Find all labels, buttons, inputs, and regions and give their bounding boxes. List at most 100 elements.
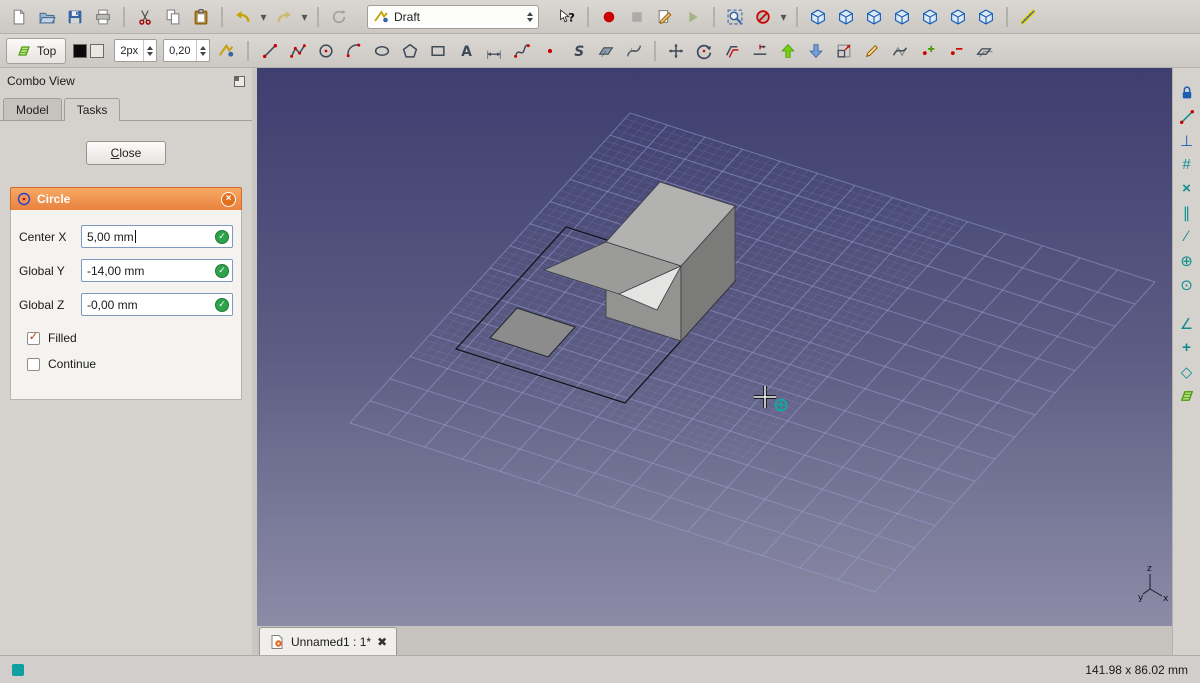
toolbar-separator bbox=[246, 40, 249, 61]
snap-arc-icon[interactable]: ⊙ bbox=[1176, 274, 1198, 295]
line-width-spinner[interactable]: 2px bbox=[114, 39, 158, 62]
workbench-selector[interactable]: Draft bbox=[367, 4, 539, 29]
draft-bspline-icon[interactable] bbox=[509, 38, 535, 64]
zoom-fit-icon[interactable] bbox=[722, 4, 748, 30]
collapse-task-icon[interactable]: × bbox=[221, 191, 236, 207]
draft-line-icon[interactable] bbox=[257, 38, 283, 64]
snap-perpendicular-icon[interactable]: ⊥ bbox=[1176, 130, 1198, 151]
macro-play-icon[interactable] bbox=[680, 4, 706, 30]
snap-lock-icon[interactable] bbox=[1176, 82, 1198, 103]
draft-downgrade-icon[interactable] bbox=[803, 38, 829, 64]
drawstyle-dropdown-icon[interactable]: ▾ bbox=[778, 4, 789, 30]
snap-center-icon[interactable]: ⊕ bbox=[1176, 250, 1198, 271]
draft-wire-icon[interactable] bbox=[285, 38, 311, 64]
snap-workingplane-icon[interactable] bbox=[1176, 385, 1198, 406]
open-document-icon[interactable] bbox=[34, 4, 60, 30]
model-plate[interactable] bbox=[489, 307, 576, 358]
workbench-selector-value: Draft bbox=[394, 9, 421, 24]
draft-addpoint-icon[interactable] bbox=[915, 38, 941, 64]
draft-offset-icon[interactable] bbox=[719, 38, 745, 64]
spin-up-icon[interactable] bbox=[147, 45, 154, 50]
draft-ellipse-icon[interactable] bbox=[369, 38, 395, 64]
close-document-icon[interactable]: ✖ bbox=[377, 636, 387, 648]
draft-edit-icon[interactable] bbox=[859, 38, 885, 64]
circle-task-header[interactable]: Circle × bbox=[10, 187, 242, 210]
document-tab[interactable]: Unnamed1 : 1* ✖ bbox=[259, 627, 398, 655]
draft-wire2bspline-icon[interactable] bbox=[887, 38, 913, 64]
draft-delpoint-icon[interactable] bbox=[943, 38, 969, 64]
draft-upgrade-icon[interactable] bbox=[775, 38, 801, 64]
redo-dropdown-icon[interactable]: ▾ bbox=[299, 4, 310, 30]
copy-icon[interactable] bbox=[160, 4, 186, 30]
draft-bezcurve-icon[interactable] bbox=[621, 38, 647, 64]
view-left-icon[interactable] bbox=[973, 4, 999, 30]
cut-icon[interactable] bbox=[132, 4, 158, 30]
macro-edit-icon[interactable] bbox=[652, 4, 678, 30]
tab-model[interactable]: Model bbox=[3, 98, 62, 121]
redo-icon[interactable] bbox=[271, 4, 297, 30]
working-plane-button[interactable]: Top bbox=[6, 37, 67, 64]
float-panel-icon[interactable] bbox=[234, 75, 245, 87]
draft-move-icon[interactable] bbox=[663, 38, 689, 64]
refresh-icon[interactable] bbox=[326, 4, 352, 30]
document-tab-label: Unnamed1 : 1* bbox=[291, 634, 372, 649]
workbench-selector-arrows[interactable] bbox=[527, 11, 533, 22]
center-x-field[interactable]: 5,00 mm ✓ bbox=[81, 225, 233, 248]
draft-facebinder-icon[interactable] bbox=[593, 38, 619, 64]
view-bottom-icon[interactable] bbox=[945, 4, 971, 30]
snap-parallel-icon[interactable]: ∥ bbox=[1176, 202, 1198, 223]
snap-grid-icon[interactable]: # bbox=[1176, 154, 1198, 175]
draft-text-icon[interactable] bbox=[453, 38, 479, 64]
3d-viewport[interactable]: z x y bbox=[257, 68, 1172, 626]
view-isometric-icon[interactable] bbox=[805, 4, 831, 30]
draft-polygon-icon[interactable] bbox=[397, 38, 423, 64]
close-task-button[interactable]: Close bbox=[86, 141, 166, 165]
draft-circle-icon[interactable] bbox=[313, 38, 339, 64]
drawstyle-icon[interactable] bbox=[750, 4, 776, 30]
spin-up-icon[interactable] bbox=[199, 45, 206, 50]
color-swatches[interactable] bbox=[73, 43, 105, 58]
undo-dropdown-icon[interactable]: ▾ bbox=[258, 4, 269, 30]
snap-extension-icon[interactable]: ∕ bbox=[1176, 226, 1198, 247]
view-right-icon[interactable] bbox=[889, 4, 915, 30]
snap-intersection-icon[interactable]: × bbox=[1176, 178, 1198, 199]
view-top-icon[interactable] bbox=[861, 4, 887, 30]
continue-checkbox[interactable]: Continue bbox=[27, 357, 233, 371]
autogroup-icon[interactable] bbox=[213, 38, 239, 64]
filled-checkbox[interactable]: ✓ Filled bbox=[27, 331, 233, 345]
draft-shape2dview-icon[interactable] bbox=[971, 38, 997, 64]
undo-icon[interactable] bbox=[230, 4, 256, 30]
macro-stop-icon[interactable] bbox=[624, 4, 650, 30]
tab-tasks[interactable]: Tasks bbox=[63, 98, 121, 121]
view-rear-icon[interactable] bbox=[917, 4, 943, 30]
line-color-swatch[interactable] bbox=[73, 43, 88, 58]
field-label: Center X bbox=[19, 229, 67, 244]
draft-dimension-icon[interactable] bbox=[481, 38, 507, 64]
whatsthis-icon[interactable] bbox=[554, 4, 580, 30]
paste-icon[interactable] bbox=[188, 4, 214, 30]
measure-icon[interactable] bbox=[1015, 4, 1041, 30]
draft-scale-icon[interactable] bbox=[831, 38, 857, 64]
new-document-icon[interactable] bbox=[6, 4, 32, 30]
view-front-icon[interactable] bbox=[833, 4, 859, 30]
print-icon[interactable] bbox=[90, 4, 116, 30]
spin-down-icon[interactable] bbox=[199, 51, 206, 56]
spin-down-icon[interactable] bbox=[147, 51, 154, 56]
save-icon[interactable] bbox=[62, 4, 88, 30]
global-y-field[interactable]: -14,00 mm ✓ bbox=[81, 259, 233, 282]
snap-special-icon[interactable]: ◇ bbox=[1176, 361, 1198, 382]
draft-shapestring-icon[interactable] bbox=[565, 38, 591, 64]
snap-angle-icon[interactable]: ∠ bbox=[1176, 313, 1198, 334]
snap-midpoint-icon[interactable]: + bbox=[1176, 337, 1198, 358]
text-scale-spinner[interactable]: 0,20 bbox=[163, 39, 210, 62]
draft-rectangle-icon[interactable] bbox=[425, 38, 451, 64]
global-z-field[interactable]: -0,00 mm ✓ bbox=[81, 293, 233, 316]
draft-rotate-icon[interactable] bbox=[691, 38, 717, 64]
macro-record-icon[interactable] bbox=[596, 4, 622, 30]
snap-endpoint-icon[interactable] bbox=[1176, 106, 1198, 127]
draft-point-icon[interactable] bbox=[537, 38, 563, 64]
draft-trimex-icon[interactable] bbox=[747, 38, 773, 64]
model-box[interactable] bbox=[542, 181, 736, 343]
face-color-swatch[interactable] bbox=[90, 43, 105, 58]
draft-arc-icon[interactable] bbox=[341, 38, 367, 64]
